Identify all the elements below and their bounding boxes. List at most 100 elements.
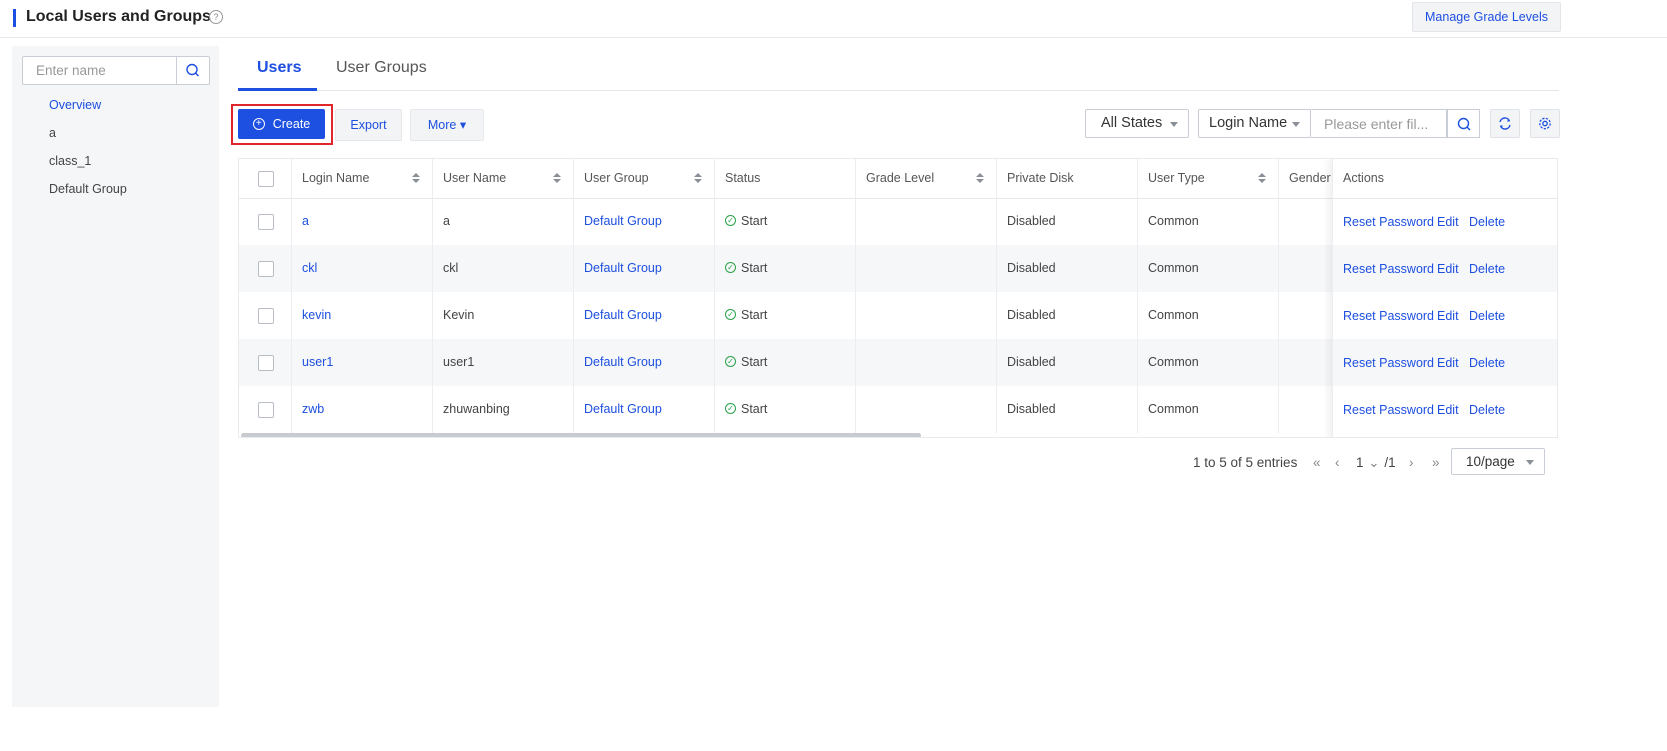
sidebar-item-class-1[interactable]: class_1	[49, 154, 91, 168]
login-name-link[interactable]: a	[291, 198, 432, 245]
column-label: Login Name	[302, 171, 370, 185]
reset-password-link[interactable]: Reset Password	[1343, 309, 1434, 323]
delete-link[interactable]: Delete	[1469, 309, 1505, 323]
row-select-cell	[239, 292, 291, 339]
user-group-link[interactable]: Default Group	[573, 339, 714, 386]
sort-icon[interactable]	[553, 173, 561, 184]
sort-icon[interactable]	[1258, 173, 1266, 184]
sidebar-item-a[interactable]: a	[49, 126, 56, 140]
prev-page-button[interactable]: ‹	[1335, 450, 1340, 475]
row-checkbox[interactable]	[258, 308, 274, 324]
settings-button[interactable]	[1530, 109, 1560, 138]
row-select-cell	[239, 386, 291, 433]
row-checkbox[interactable]	[258, 214, 274, 230]
column-header-user-type[interactable]: User Type	[1137, 159, 1278, 198]
filter-search-button[interactable]	[1447, 109, 1480, 138]
private-disk-cell: Disabled	[996, 292, 1137, 339]
column-header-login-name[interactable]: Login Name	[291, 159, 432, 198]
row-checkbox[interactable]	[258, 355, 274, 371]
login-name-link[interactable]: kevin	[291, 292, 432, 339]
grade-level-cell	[855, 292, 996, 339]
edit-link[interactable]: Edit	[1437, 356, 1459, 370]
export-button[interactable]: Export	[335, 109, 402, 141]
reset-password-link[interactable]: Reset Password	[1343, 403, 1434, 417]
edit-link[interactable]: Edit	[1437, 403, 1459, 417]
column-header-grade-level[interactable]: Grade Level	[855, 159, 996, 198]
group-search-input[interactable]: Enter name	[22, 56, 210, 85]
sort-icon[interactable]	[976, 173, 984, 184]
user-group-link[interactable]: Default Group	[573, 245, 714, 292]
row-checkbox[interactable]	[258, 402, 274, 418]
column-header-user-group[interactable]: User Group	[573, 159, 714, 198]
refresh-icon	[1499, 117, 1511, 130]
column-label: Private Disk	[1007, 171, 1074, 185]
chevron-down-icon	[1292, 122, 1300, 127]
tab-users[interactable]: Users	[257, 59, 301, 77]
status-cell: ✓ Start	[714, 339, 855, 386]
user-type-cell: Common	[1137, 245, 1278, 292]
user-group-link[interactable]: Default Group	[573, 292, 714, 339]
user-group-link[interactable]: Default Group	[573, 386, 714, 433]
manage-grade-levels-button[interactable]: Manage Grade Levels	[1412, 2, 1561, 32]
gender-cell	[1278, 245, 1338, 292]
gender-cell	[1278, 339, 1338, 386]
current-page-select[interactable]: 1 ⌄ /1	[1356, 450, 1396, 475]
refresh-button[interactable]	[1490, 109, 1520, 138]
edit-link[interactable]: Edit	[1437, 262, 1459, 276]
grade-level-cell	[855, 386, 996, 433]
column-label: User Group	[584, 171, 649, 185]
users-table: Login Name User Name User Group Status G…	[238, 158, 1558, 438]
group-search-button[interactable]	[176, 57, 209, 84]
filter-input[interactable]: Please enter fil...	[1311, 109, 1447, 138]
check-circle-icon: ✓	[725, 309, 736, 321]
group-sidebar: Enter name Overview a class_1 Default Gr…	[12, 46, 219, 707]
row-select-cell	[239, 245, 291, 292]
state-select[interactable]: All States	[1085, 109, 1189, 138]
chevron-down-icon	[1170, 122, 1178, 127]
login-name-link[interactable]: zwb	[291, 386, 432, 433]
delete-link[interactable]: Delete	[1469, 356, 1505, 370]
login-name-link[interactable]: user1	[291, 339, 432, 386]
last-page-button[interactable]: »	[1432, 450, 1440, 475]
user-group-link[interactable]: Default Group	[573, 198, 714, 245]
status-cell: ✓ Start	[714, 245, 855, 292]
horizontal-scrollbar[interactable]	[241, 433, 921, 437]
page-size-select[interactable]: 10/page	[1451, 448, 1545, 475]
private-disk-cell: Disabled	[996, 245, 1137, 292]
group-search-placeholder: Enter name	[36, 63, 106, 78]
column-header-user-name[interactable]: User Name	[432, 159, 573, 198]
reset-password-link[interactable]: Reset Password	[1343, 262, 1434, 276]
more-dropdown-button[interactable]: More ▾	[410, 109, 484, 141]
delete-link[interactable]: Delete	[1469, 403, 1505, 417]
select-all-checkbox[interactable]	[258, 171, 274, 187]
edit-link[interactable]: Edit	[1437, 309, 1459, 323]
gender-cell	[1278, 292, 1338, 339]
sidebar-item-overview[interactable]: Overview	[49, 98, 101, 112]
column-label: Status	[725, 171, 761, 185]
sidebar-item-default-group[interactable]: Default Group	[49, 182, 127, 196]
user-name-cell: user1	[432, 339, 573, 386]
column-header-status: Status	[714, 159, 855, 198]
create-button[interactable]: + Create	[238, 109, 325, 139]
column-label: User Name	[443, 171, 507, 185]
sort-icon[interactable]	[694, 173, 702, 184]
sort-icon[interactable]	[412, 173, 420, 184]
tab-user-groups[interactable]: User Groups	[336, 59, 427, 77]
delete-link[interactable]: Delete	[1469, 215, 1505, 229]
first-page-button[interactable]: «	[1313, 450, 1321, 475]
help-icon[interactable]: ?	[209, 10, 223, 24]
check-circle-icon: ✓	[725, 215, 736, 227]
login-name-link[interactable]: ckl	[291, 245, 432, 292]
delete-link[interactable]: Delete	[1469, 262, 1505, 276]
edit-link[interactable]: Edit	[1437, 215, 1459, 229]
status-cell: ✓ Start	[714, 386, 855, 433]
status-text: Start	[741, 308, 768, 322]
next-page-button[interactable]: ›	[1409, 450, 1414, 475]
field-select[interactable]: Login Name	[1198, 109, 1311, 138]
column-label: User Type	[1148, 171, 1205, 185]
reset-password-link[interactable]: Reset Password	[1343, 356, 1434, 370]
reset-password-link[interactable]: Reset Password	[1343, 215, 1434, 229]
user-type-cell: Common	[1137, 198, 1278, 245]
row-select-cell	[239, 339, 291, 386]
row-checkbox[interactable]	[258, 261, 274, 277]
